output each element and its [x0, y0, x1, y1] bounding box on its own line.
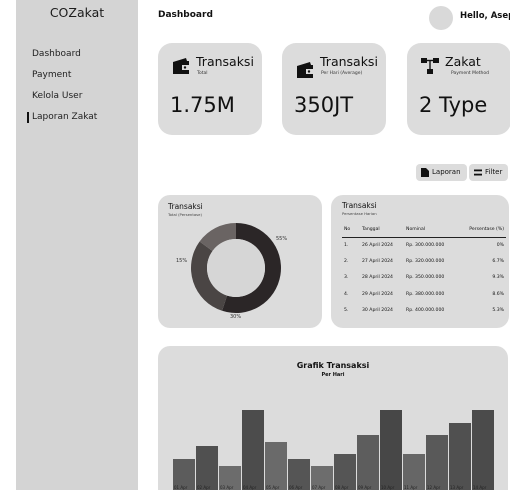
donut-panel: Transaksi Total (Persentase) 55% 30% 15%: [158, 195, 322, 328]
table-cell: Rp. 400.000.000: [406, 307, 445, 313]
chart-bar: [265, 442, 287, 490]
table-cell: 29 April 2024: [362, 291, 393, 297]
table-cell: 1.: [344, 242, 349, 248]
sidebar: COZakat Dashboard Payment Kelola User La…: [16, 0, 138, 490]
stat-card-zakat-payment-method: Zakat Payment Method 2 Type: [407, 43, 510, 135]
wallet-icon: [297, 62, 314, 78]
transaction-table: No Tanggal Nominal Persentase (%) 1. 26 …: [342, 222, 506, 318]
x-tick-label: 12 Apr: [427, 485, 441, 490]
table-cell: 2.: [344, 258, 349, 264]
table-subtitle: Persentase Harian: [342, 211, 377, 216]
x-tick-label: 06 Apr: [289, 485, 303, 490]
x-tick-label: 08 Apr: [335, 485, 349, 490]
brand-logo: COZakat: [49, 5, 105, 20]
donut-label-30: 30%: [230, 314, 242, 320]
chart-bar: [242, 410, 264, 490]
table-cell: 3.: [344, 275, 349, 281]
donut-label-55: 55%: [276, 236, 288, 242]
sidebar-item-kelola-user[interactable]: Kelola User: [32, 86, 97, 107]
table-cell: 6.7%: [492, 258, 504, 264]
column-header: Nominal: [404, 222, 458, 238]
stat-value: 1.75M: [170, 93, 235, 117]
stat-value: 350JT: [294, 93, 354, 117]
table-cell: 8.6%: [492, 291, 504, 297]
page-title: Dashboard: [158, 10, 213, 20]
table-cell: 28 April 2024: [362, 275, 393, 281]
donut-hole: [207, 239, 265, 297]
filter-button[interactable]: Filter: [469, 164, 509, 181]
table-cell: 5.3%: [492, 307, 504, 313]
chart-title: Grafik Transaksi: [296, 361, 370, 370]
table-cell: 5.: [344, 307, 349, 313]
donut-label-15: 15%: [176, 258, 188, 264]
stat-card-total-transaksi: Transaksi Total 1.75M: [158, 43, 262, 135]
chart-bar: [196, 446, 218, 490]
x-tick-label: 13 Apr: [450, 485, 464, 490]
sidebar-item-dashboard[interactable]: Dashboard: [32, 44, 97, 65]
hierarchy-icon: [421, 58, 439, 74]
chart-subtitle: Per Hari: [321, 372, 345, 378]
table-cell: 26 April 2024: [362, 242, 393, 248]
x-tick-label: 09 Apr: [358, 485, 372, 490]
user-greeting: Hello, Asep!: [460, 11, 510, 21]
x-tick-label: 02 Apr: [197, 485, 211, 490]
filter-button-label: Filter: [485, 168, 503, 176]
x-tick-label: 04 Apr: [243, 485, 257, 490]
stat-subtitle: Payment Method: [451, 71, 490, 76]
stat-title: Transaksi: [320, 54, 378, 69]
laporan-button-label: Laporan: [432, 168, 461, 176]
table-header-row: No Tanggal Nominal Persentase (%): [342, 222, 506, 238]
x-tick-label: 01 Apr: [174, 485, 188, 490]
wallet-icon: [173, 58, 190, 74]
column-header: Persentase (%): [457, 222, 506, 238]
table-row: 1. 26 April 2024 Rp. 300.000.000 0%: [342, 237, 506, 253]
table-cell: 27 April 2024: [362, 258, 393, 264]
table-cell: Rp. 350.000.000: [406, 275, 445, 281]
sidebar-item-payment[interactable]: Payment: [32, 65, 97, 86]
stat-subtitle: Per Hari (Average): [321, 71, 363, 76]
x-tick-label: 11 Apr: [404, 485, 418, 490]
document-icon: [421, 168, 429, 177]
chart-bar: [426, 435, 448, 490]
stat-card-transaksi-per-hari: Transaksi Per Hari (Average) 350JT: [282, 43, 386, 135]
sidebar-nav: Dashboard Payment Kelola User Laporan Za…: [26, 44, 97, 128]
x-tick-label: 05 Apr: [266, 485, 280, 490]
laporan-button[interactable]: Laporan: [416, 164, 467, 181]
x-tick-label: 10 Apr: [381, 485, 395, 490]
column-header: Tanggal: [360, 222, 405, 238]
table-row: 3. 28 April 2024 Rp. 350.000.000 9.3%: [342, 270, 506, 286]
x-tick-label: 03 Apr: [220, 485, 234, 490]
table-title: Transaksi: [342, 201, 377, 210]
chart-bar: [380, 410, 402, 490]
table-cell: Rp. 320.000.000: [406, 258, 445, 264]
table-cell: 9.3%: [492, 275, 504, 281]
stat-subtitle: Total: [197, 71, 208, 76]
chart-bar: [357, 435, 379, 490]
table-row: 5. 30 April 2024 Rp. 400.000.000 5.3%: [342, 302, 506, 318]
chart-bar: [472, 410, 494, 490]
table-cell: Rp. 380.000.000: [406, 291, 445, 297]
sidebar-item-laporan-zakat[interactable]: Laporan Zakat: [26, 107, 97, 128]
stat-title: Transaksi: [196, 54, 254, 69]
table-cell: 30 April 2024: [362, 307, 393, 313]
stat-title: Zakat: [445, 54, 481, 69]
table-cell: 4.: [344, 291, 349, 297]
table-cell: 0%: [496, 242, 504, 248]
x-tick-label: 14 Apr: [473, 485, 487, 490]
column-header: No: [342, 222, 360, 238]
avatar[interactable]: [429, 6, 453, 30]
filter-icon: [474, 169, 482, 176]
table-row: 2. 27 April 2024 Rp. 320.000.000 6.7%: [342, 253, 506, 269]
chart-bar: [449, 423, 471, 490]
x-tick-label: 07 Apr: [312, 485, 326, 490]
table-cell: Rp. 300.000.000: [406, 242, 445, 248]
table-row: 4. 29 April 2024 Rp. 380.000.000 8.6%: [342, 286, 506, 302]
stat-value: 2 Type: [419, 93, 488, 117]
